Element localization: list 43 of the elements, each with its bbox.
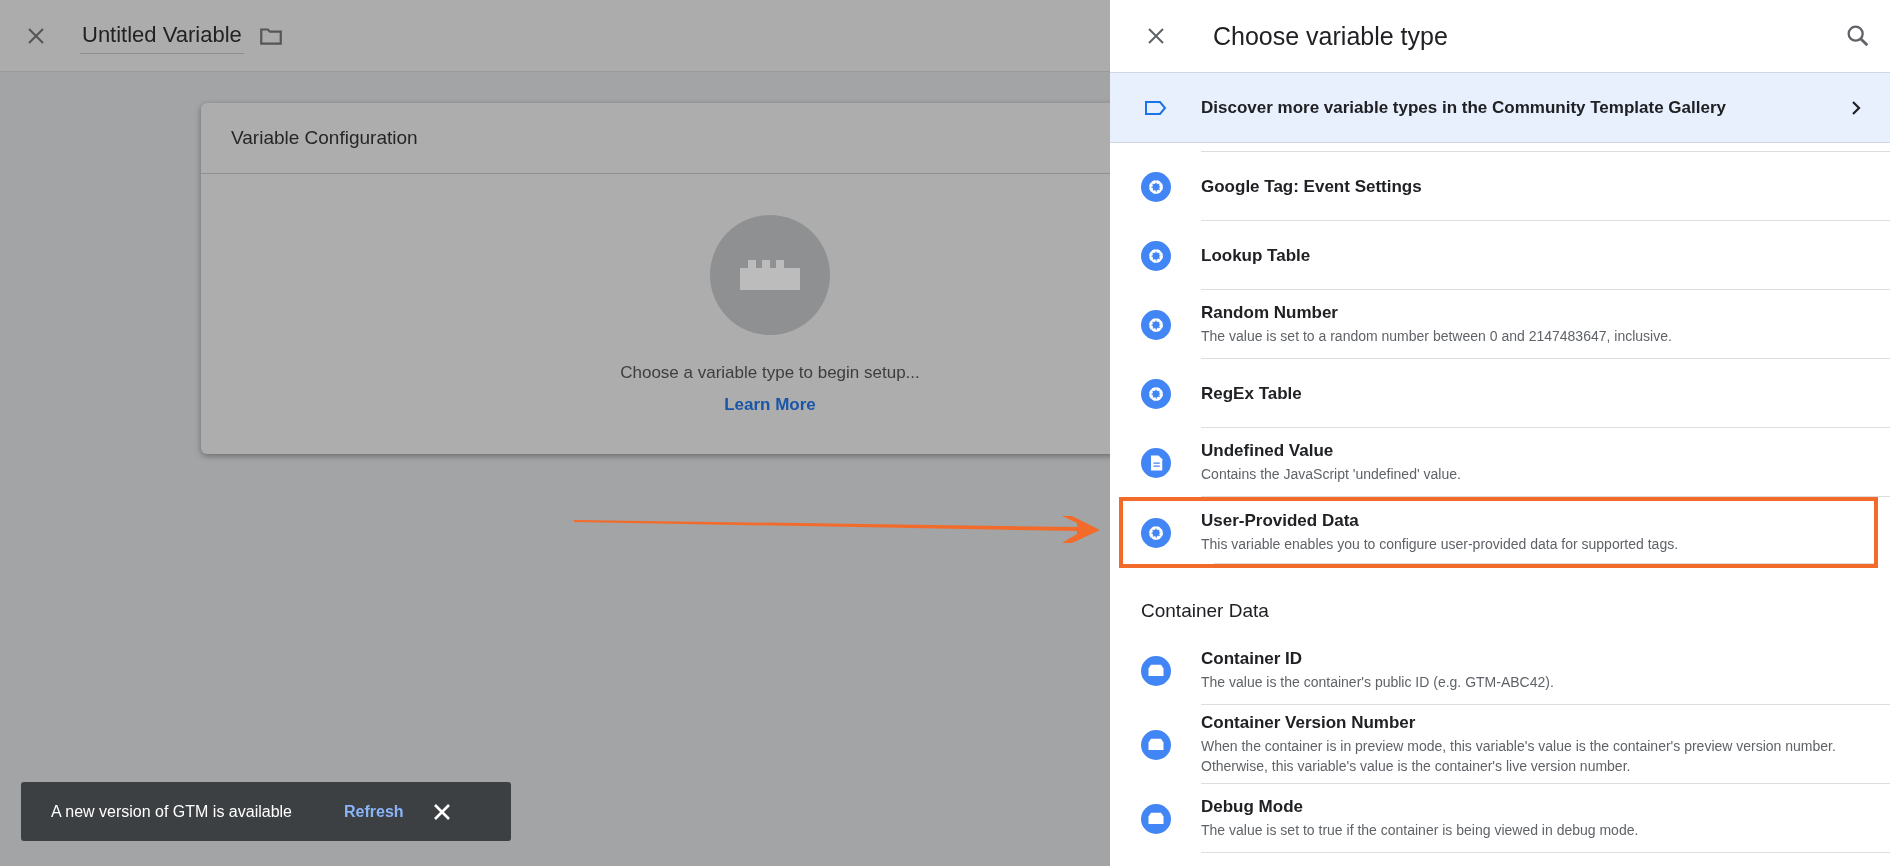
section-heading: Container Data — [1140, 599, 1270, 623]
container-icon — [1141, 803, 1171, 834]
container-icon — [1141, 729, 1171, 760]
variable-type-item[interactable]: Undefined Value Contains the JavaScript 'undefined' value. — [1110, 428, 1890, 497]
variable-type-name: Random Number — [1201, 303, 1339, 323]
variable-type-item[interactable]: Debug Mode The value is set to true if the container is being viewed in debug mode. — [1110, 784, 1890, 853]
variable-type-item[interactable]: Lookup Table — [1110, 221, 1890, 290]
gear-icon — [1141, 309, 1171, 340]
variable-type-name: Container ID — [1201, 649, 1304, 669]
variable-type-description: When the container is in preview mode, this variable's value is the container's preview version number. Otherwise, this variable's value is the container's live version number. — [1201, 737, 1837, 776]
variable-type-name: Debug Mode — [1201, 797, 1304, 817]
variable-type-name: User-Provided Data — [1201, 511, 1360, 531]
variable-type-item[interactable]: Google Tag: Event Settings — [1110, 152, 1890, 221]
variable-type-description: The value is the container's public ID (e.g. GTM-ABC42). — [1201, 673, 1554, 692]
tag-icon — [1144, 99, 1168, 116]
gear-icon — [1141, 517, 1171, 548]
gear-icon — [1141, 378, 1171, 409]
variable-type-description: This variable enables you to configure user-provided data for supported tags. — [1201, 535, 1679, 554]
document-icon — [1141, 447, 1171, 478]
variable-type-name: Google Tag: Event Settings — [1201, 176, 1422, 197]
variable-type-item[interactable]: Random Number The value is set to a random number between 0 and 2147483647, inclusive. — [1110, 290, 1890, 359]
variable-name-field[interactable]: Untitled Variable — [80, 17, 244, 54]
variable-type-name: Lookup Table — [1201, 245, 1311, 266]
setup-hint: Choose a variable type to begin setup... — [620, 363, 920, 383]
container-icon — [1141, 655, 1171, 686]
banner-text: Discover more variable types in the Community Template Gallery — [1201, 97, 1727, 118]
variable-type-name: Undefined Value — [1201, 441, 1335, 461]
chevron-right-icon — [1850, 99, 1862, 116]
snackbar-message: A new version of GTM is available — [51, 802, 292, 821]
card-title: Variable Configuration — [231, 127, 418, 149]
community-gallery-banner[interactable]: Discover more variable types in the Community Template Gallery — [1110, 72, 1890, 143]
variable-type-description: Contains the JavaScript 'undefined' value. — [1201, 465, 1461, 484]
refresh-link[interactable]: Refresh — [344, 802, 404, 821]
variable-type-item[interactable]: Container ID The value is the container's public ID (e.g. GTM-ABC42). — [1110, 636, 1890, 705]
variable-type-name: Container Version Number — [1201, 713, 1417, 733]
gear-icon — [1141, 240, 1171, 271]
highlighted-variable-type-item[interactable]: User-Provided Data This variable enables you to configure user-provided data for supported tags. — [1119, 497, 1878, 568]
panel-title: Choose variable type — [1213, 21, 1449, 51]
variable-type-description: The value is set to true if the container is being viewed in debug mode. — [1201, 821, 1639, 840]
variable-type-item[interactable]: RegEx Table — [1110, 359, 1890, 428]
variable-type-name: RegEx Table — [1201, 383, 1302, 404]
gear-icon — [1141, 171, 1171, 202]
variable-type-description: The value is set to a random number between 0 and 2147483647, inclusive. — [1201, 327, 1672, 346]
